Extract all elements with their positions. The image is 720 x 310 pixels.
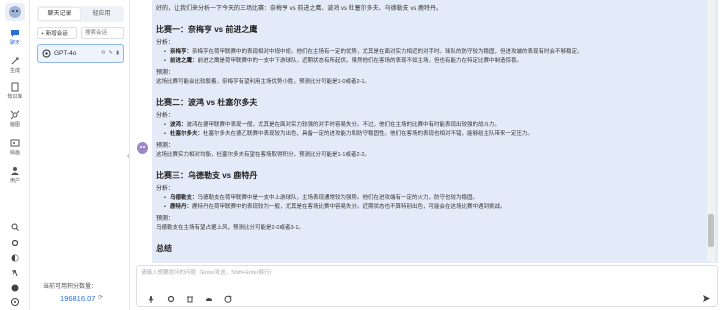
session-panel: 聊天记录 轻应用 + 新增会话 GPT-4o ⟲ ✎ ▮ 当前可用积分数量：: [30, 0, 130, 310]
analysis-label: 分析：: [156, 113, 175, 119]
new-chat-button[interactable]: + 新增会话: [37, 27, 77, 39]
chat-input-placeholder[interactable]: 请输入想要提问的问题（Enter发送，Shift+Enter换行）: [141, 268, 275, 276]
help-icon: [11, 298, 19, 306]
icon-rail: 聊天 生成 知识库 脑图 绘画 用户: [0, 0, 30, 310]
nav-mindmap[interactable]: 脑图: [0, 110, 30, 128]
prediction-text: 这场比赛实力相对均衡，杜塞尔多夫有望在客场取得积分，预测比分可能是1-1或者2-…: [156, 152, 370, 158]
delete-icon[interactable]: ▮: [116, 50, 120, 56]
microphone-icon[interactable]: [147, 295, 155, 303]
nav-knowledge-label: 知识库: [7, 94, 23, 100]
chat-icon: [11, 30, 19, 37]
mindmap-icon: [10, 110, 20, 120]
nav-knowledge[interactable]: 知识库: [0, 82, 30, 100]
rail-help-button[interactable]: [0, 298, 30, 306]
nav-generate[interactable]: 生成: [0, 56, 30, 74]
credits-label: 当前可用积分数量：: [43, 284, 98, 290]
list-item: 杜塞尔多夫：杜塞尔多夫在德乙联赛中表现较为出色，具备一定的进攻能力和防守稳固性。…: [164, 130, 714, 139]
rail-settings-button[interactable]: [0, 239, 30, 247]
edit-icon[interactable]: ✎: [109, 50, 114, 56]
panel-tabs: 聊天记录 轻应用: [37, 6, 124, 22]
clear-icon[interactable]: [186, 295, 194, 303]
send-icon[interactable]: [702, 294, 711, 303]
nav-mindmap-label: 脑图: [9, 122, 20, 128]
rail-translate-button[interactable]: [0, 269, 30, 277]
list-item: 波鸿：波鸿在德甲联赛中表现一般，尤其是在面对实力较强的对手时容易失分。不过，他们…: [164, 121, 714, 130]
session-search-input[interactable]: [81, 27, 124, 39]
user-icon: [11, 167, 19, 175]
knowledge-icon: [11, 82, 19, 92]
analysis-list: 奈梅亨：奈梅亨在荷甲联赛中的表现相对中规中矩。他们在主场有一定的优势，尤其是在面…: [156, 48, 714, 66]
session-actions: ⟲ ✎ ▮: [101, 50, 120, 56]
match-title: 比赛一：奈梅亨 vs 前进之鹰: [156, 25, 258, 34]
prediction-label: 预测：: [156, 216, 175, 222]
session-title: GPT-4o: [54, 50, 77, 57]
assistant-message: 好的，让我们来分析一下今天的三场比赛：奈梅亨 vs 前进之鹰、波鸿 vs 杜塞尔…: [152, 0, 718, 263]
credits-value: 196816.07: [60, 294, 96, 303]
list-item: 乌德勒支：乌德勒支在荷甲联赛中是一支中上游球队，主场表现通常较为强势。他们在进攻…: [164, 194, 714, 203]
theme-icon: [11, 254, 19, 262]
analysis-label: 分析：: [156, 186, 175, 192]
tab-light-apps[interactable]: 轻应用: [81, 8, 122, 20]
collapse-panel-button[interactable]: ‹: [127, 151, 130, 160]
tab-chat-history[interactable]: 聊天记录: [39, 8, 80, 20]
prediction-text: 这场比赛可能会比较胶着，奈梅亨有望利用主场优势小胜，预测比分可能是1-0或者2-…: [156, 79, 370, 85]
app-logo: [5, 3, 25, 21]
generate-icon: [11, 57, 19, 65]
openai-icon: [42, 49, 51, 58]
search-icon: [11, 223, 19, 231]
nav-generate-label: 生成: [9, 68, 20, 74]
list-item: 奈梅亨：奈梅亨在荷甲联赛中的表现相对中规中矩。他们在主场有一定的优势，尤其是在面…: [164, 48, 714, 57]
nav-chat-label: 聊天: [9, 40, 20, 46]
scrollbar-thumb[interactable]: [708, 214, 714, 247]
rail-search-button[interactable]: [0, 223, 30, 231]
rail-github-button[interactable]: [0, 284, 30, 292]
rail-theme-button[interactable]: [0, 254, 30, 262]
share-icon[interactable]: ⟲: [101, 50, 106, 56]
translate-icon: [12, 269, 18, 277]
analysis-list: 波鸿：波鸿在德甲联赛中表现一般，尤其是在面对实力较强的对手时容易失分。不过，他们…: [156, 121, 714, 139]
analysis-label: 分析：: [156, 40, 175, 46]
summary-title: 总结: [156, 244, 172, 253]
session-item[interactable]: GPT-4o ⟲ ✎ ▮: [37, 44, 124, 63]
assistant-avatar: [136, 141, 149, 155]
list-item: 前进之鹰：前进之鹰是荷甲联赛中的一支中下游球队，近期状态有所起伏。虽然他们在客场…: [164, 57, 714, 66]
settings-icon[interactable]: [167, 295, 175, 303]
prediction-text: 乌德勒支在主场有望占据上风，预测比分可能是2-0或者3-1。: [156, 225, 304, 231]
paint-icon: [10, 139, 20, 147]
list-item: 鹿特丹：鹿特丹在荷甲联赛中的表现较为一般，尤其是在客场比赛中容易失分。近期状态也…: [164, 203, 714, 212]
refresh-credits-icon[interactable]: ⟳: [98, 294, 103, 301]
upload-icon[interactable]: [205, 295, 213, 303]
refresh-icon[interactable]: [224, 295, 232, 303]
gear-icon: [11, 239, 19, 247]
nav-paint-label: 绘画: [9, 150, 20, 156]
prediction-label: 预测：: [156, 143, 175, 149]
match-title: 比赛三：乌德勒支 vs 鹿特丹: [156, 171, 258, 180]
prediction-label: 预测：: [156, 70, 175, 76]
message-intro: 好的，让我们来分析一下今天的三场比赛：奈梅亨 vs 前进之鹰、波鸿 vs 杜塞尔…: [156, 6, 443, 12]
github-icon: [11, 284, 19, 292]
nav-user-label: 用户: [9, 178, 20, 184]
nav-user[interactable]: 用户: [0, 166, 30, 184]
match-title: 比赛二：波鸿 vs 杜塞尔多夫: [156, 98, 258, 107]
nav-chat[interactable]: 聊天: [0, 28, 30, 46]
analysis-list: 乌德勒支：乌德勒支在荷甲联赛中是一支中上游球队，主场表现通常较为强势。他们在进攻…: [156, 194, 714, 212]
nav-paint[interactable]: 绘画: [0, 138, 30, 156]
